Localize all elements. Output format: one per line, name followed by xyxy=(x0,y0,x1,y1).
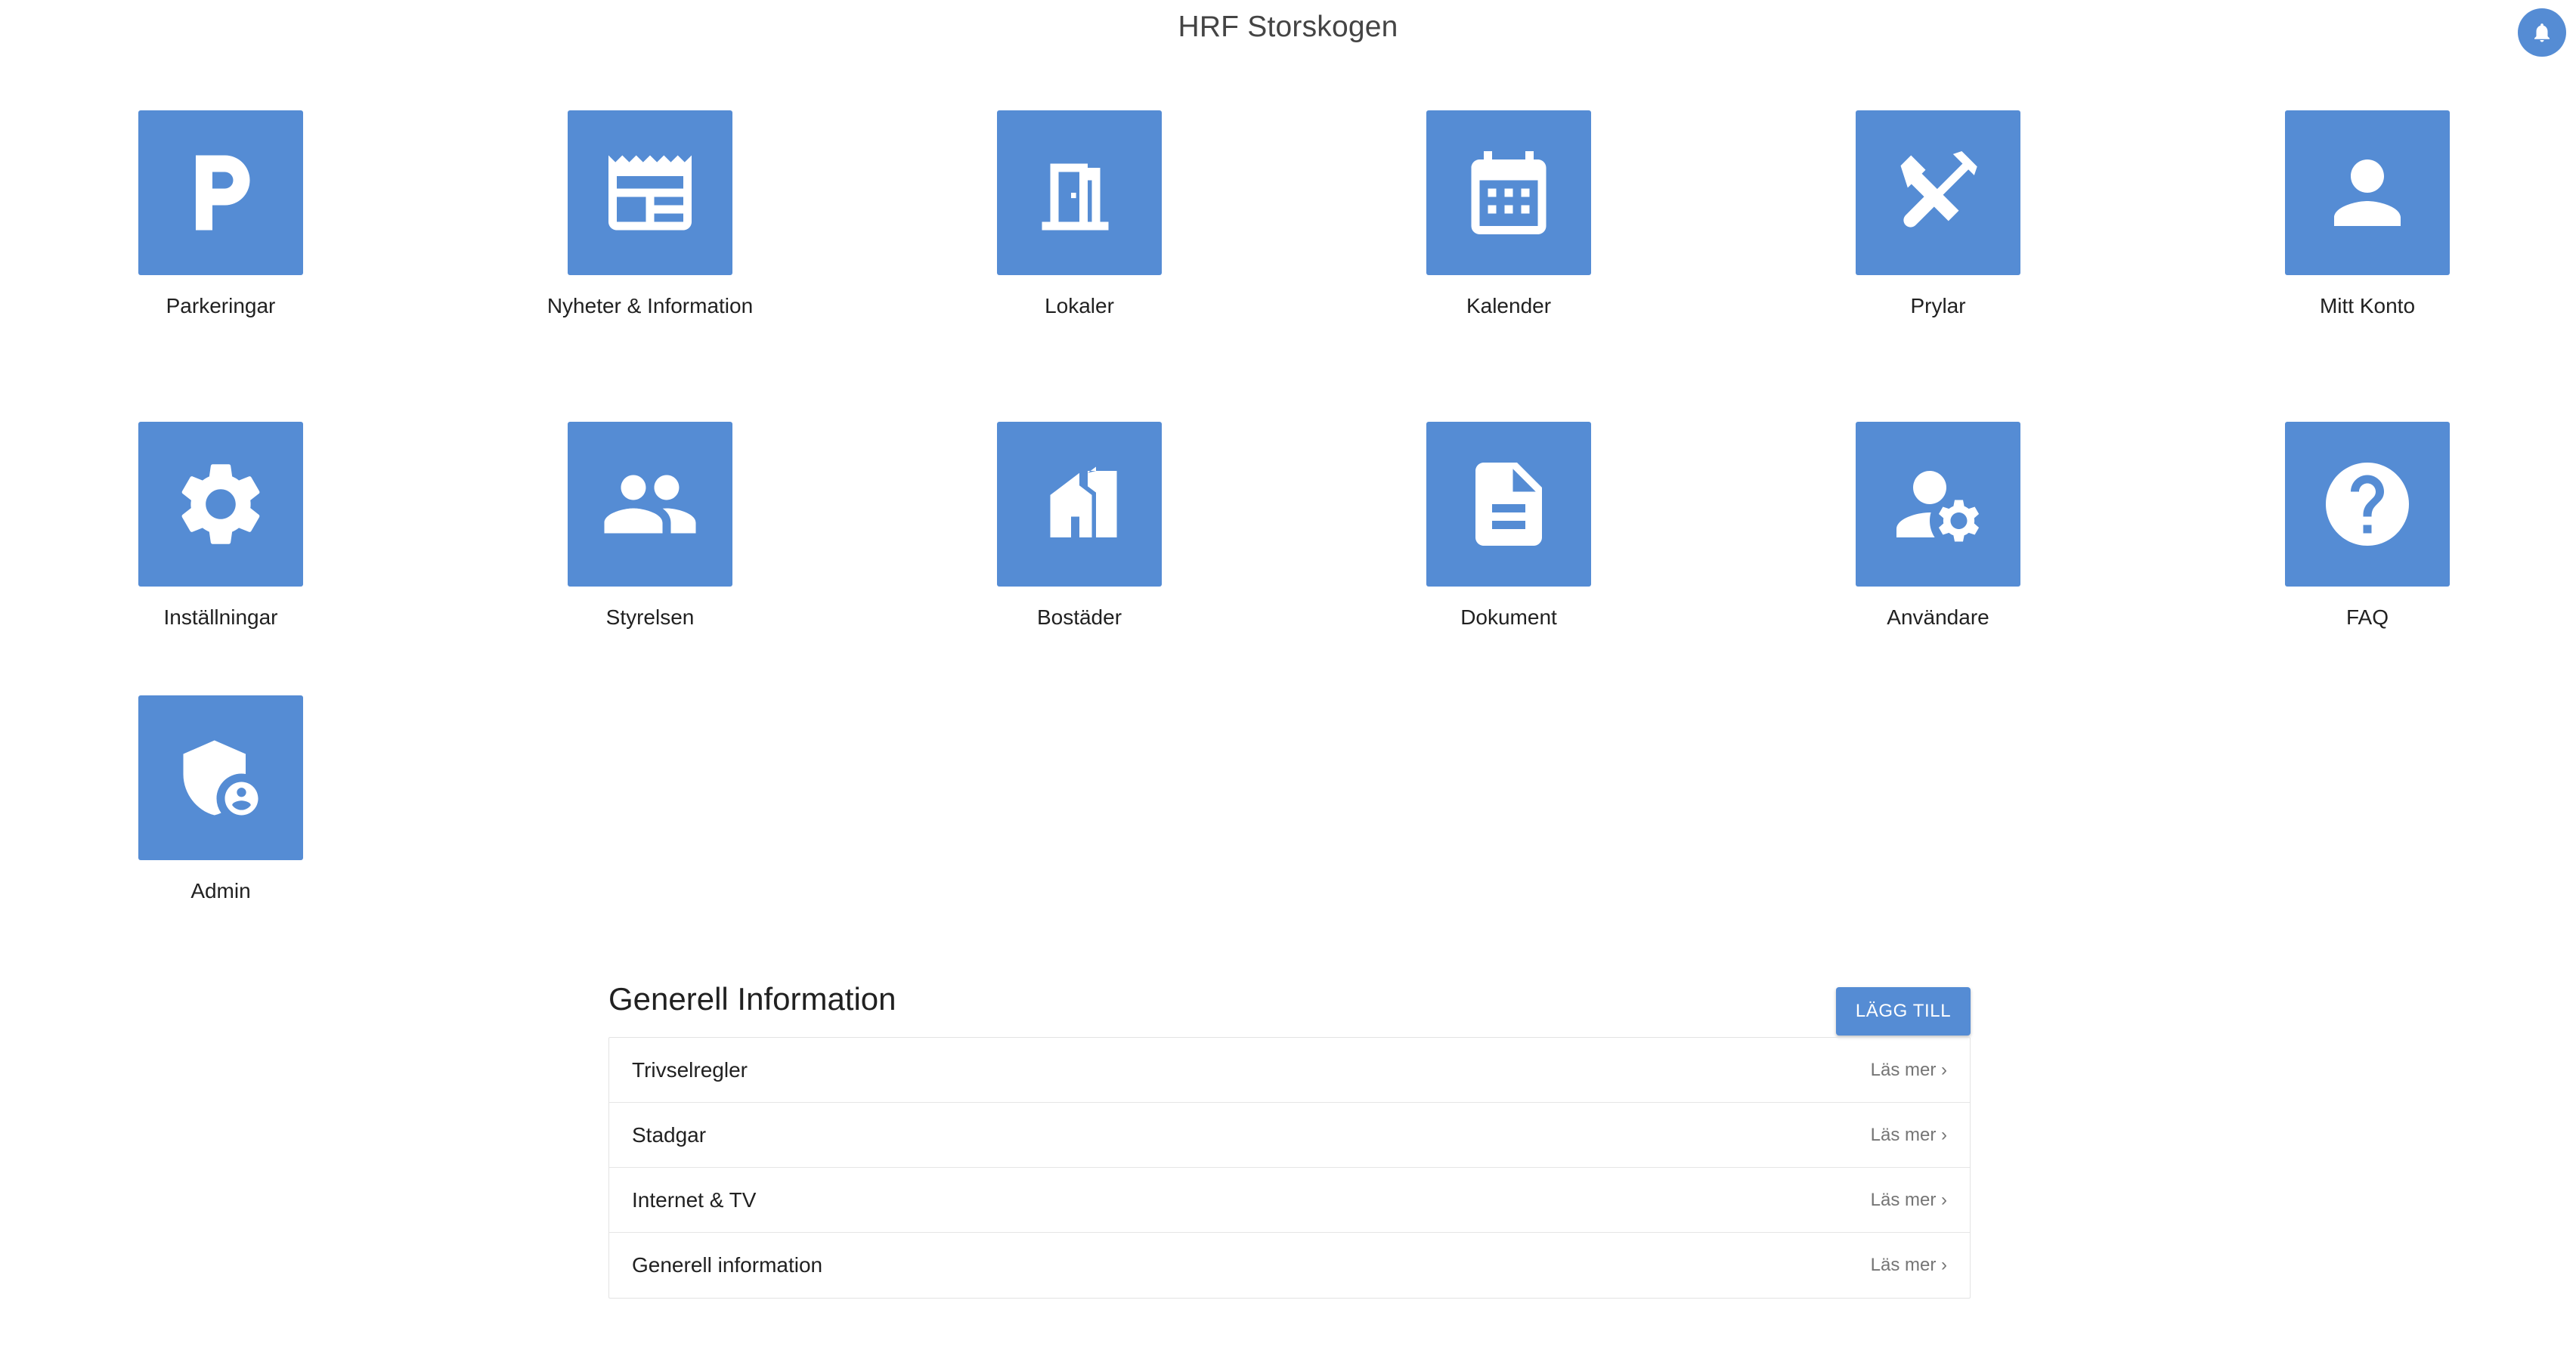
document-icon xyxy=(1475,463,1542,546)
admin-shield-icon xyxy=(183,740,259,816)
tile-label: Lokaler xyxy=(1045,294,1114,317)
tile-label: Admin xyxy=(190,879,251,902)
question-icon xyxy=(2326,463,2409,546)
calendar-icon xyxy=(1471,151,1547,234)
door-icon xyxy=(1042,163,1109,231)
house-icon xyxy=(1050,466,1117,537)
parking-icon xyxy=(196,155,250,231)
person-icon xyxy=(2334,159,2401,226)
item-title: Internet & TV xyxy=(632,1187,757,1212)
tile-label: Styrelsen xyxy=(605,605,695,629)
tile-anvandare[interactable]: Användare xyxy=(1787,422,2089,636)
tile-label: Mitt Konto xyxy=(2319,294,2416,317)
read-more-link[interactable]: Läs mer › xyxy=(1871,1190,1947,1211)
tile-installningar[interactable]: Inställningar xyxy=(70,422,372,636)
tile-admin[interactable]: Admin xyxy=(70,695,372,910)
tile-parkeringar[interactable]: Parkeringar xyxy=(70,110,372,325)
list-item[interactable]: Generell information Läs mer › xyxy=(609,1233,1970,1298)
tile-label: FAQ xyxy=(2345,605,2389,629)
list-item[interactable]: Trivselregler Läs mer › xyxy=(609,1038,1970,1103)
read-more-link[interactable]: Läs mer › xyxy=(1871,1060,1947,1081)
tile-label: Dokument xyxy=(1460,605,1557,629)
newspaper-icon xyxy=(608,155,692,231)
tools-icon xyxy=(1900,151,1977,228)
tile-bostader[interactable]: Bostäder xyxy=(928,422,1231,636)
section-title: Generell Information xyxy=(608,981,896,1017)
tile-kalender[interactable]: Kalender xyxy=(1358,110,1660,325)
item-title: Generell information xyxy=(632,1253,823,1277)
tile-label: Bostäder xyxy=(1036,605,1122,629)
tile-styrelsen[interactable]: Styrelsen xyxy=(499,422,801,636)
tile-mitt-konto[interactable]: Mitt Konto xyxy=(2216,110,2519,325)
item-title: Trivselregler xyxy=(632,1057,748,1082)
tile-faq[interactable]: FAQ xyxy=(2216,422,2519,636)
tile-lokaler[interactable]: Lokaler xyxy=(928,110,1231,325)
item-title: Stadgar xyxy=(632,1122,707,1147)
tile-label: Nyheter & Information xyxy=(546,294,754,317)
gear-icon xyxy=(181,464,260,544)
read-more-link[interactable]: Läs mer › xyxy=(1871,1255,1947,1276)
people-icon xyxy=(604,475,696,534)
tile-nyheter[interactable]: Nyheter & Information xyxy=(499,110,801,325)
tile-label: Kalender xyxy=(1466,294,1552,317)
user-settings-icon xyxy=(1896,471,1980,542)
info-list: Trivselregler Läs mer › Stadgar Läs mer … xyxy=(608,1037,1971,1299)
tile-label: Inställningar xyxy=(163,605,278,629)
tile-label: Prylar xyxy=(1910,294,1966,317)
list-item[interactable]: Internet & TV Läs mer › xyxy=(609,1168,1970,1233)
tile-label: Användare xyxy=(1887,605,1989,629)
tile-prylar[interactable]: Prylar xyxy=(1787,110,2089,325)
list-item[interactable]: Stadgar Läs mer › xyxy=(609,1103,1970,1168)
add-button[interactable]: LÄGG TILL xyxy=(1836,987,1971,1036)
app-tiles: Parkeringar Nyheter & Information Lokale… xyxy=(0,0,2576,952)
read-more-link[interactable]: Läs mer › xyxy=(1871,1125,1947,1146)
tile-dokument[interactable]: Dokument xyxy=(1358,422,1660,636)
tile-label: Parkeringar xyxy=(166,294,276,317)
